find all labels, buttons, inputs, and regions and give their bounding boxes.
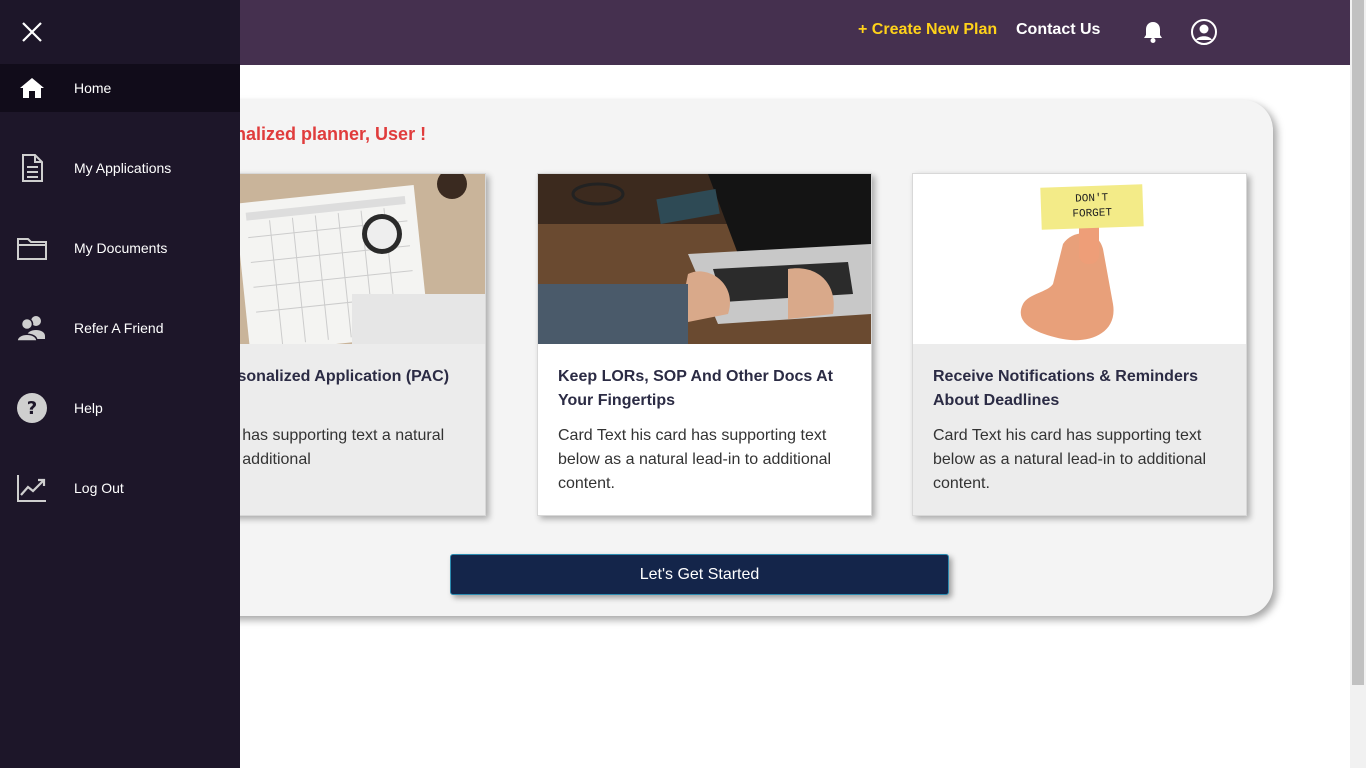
- contact-us-link[interactable]: Contact Us: [1016, 21, 1100, 39]
- home-icon: [20, 78, 44, 98]
- sidebar-item-label: My Applications: [74, 160, 172, 176]
- sidebar-item-label: Help: [74, 400, 103, 416]
- sidebar-item-log-out[interactable]: Log Out: [0, 464, 240, 512]
- close-icon[interactable]: [18, 18, 46, 46]
- card-notifications[interactable]: DON'T FORGET Receive Notifications & Rem…: [912, 173, 1247, 516]
- card-title: Receive Notifications & Reminders About …: [933, 368, 1198, 409]
- create-new-plan-link[interactable]: + Create New Plan: [858, 21, 997, 39]
- sidebar-item-refer-a-friend[interactable]: Refer A Friend: [0, 304, 240, 352]
- sidebar-item-label: Log Out: [74, 480, 124, 496]
- lets-get-started-button[interactable]: Let's Get Started: [450, 554, 949, 595]
- card-documents[interactable]: Keep LORs, SOP And Other Docs At Your Fi…: [537, 173, 872, 516]
- card-text: Card Text his card has supporting text b…: [558, 427, 832, 492]
- folder-icon: [17, 238, 47, 260]
- sidebar-item-label: Home: [74, 80, 112, 96]
- sidebar-item-label: My Documents: [74, 240, 168, 256]
- card-text: Card Text his card has supporting text b…: [933, 427, 1207, 492]
- sidebar-menu: Home My Applications My Documents Refer …: [0, 0, 240, 768]
- sidebar-item-label: Refer A Friend: [74, 320, 164, 336]
- sidebar-item-my-applications[interactable]: My Applications: [0, 144, 240, 192]
- svg-text:?: ?: [27, 398, 37, 419]
- document-icon: [22, 154, 43, 182]
- scrollbar-thumb[interactable]: [1352, 0, 1364, 685]
- sidebar-item-home[interactable]: Home: [0, 64, 240, 112]
- chart-line-icon: [17, 475, 46, 502]
- sidebar-item-my-documents[interactable]: My Documents: [0, 224, 240, 272]
- card-title: Keep LORs, SOP And Other Docs At Your Fi…: [558, 368, 834, 409]
- note-text-line-2: FORGET: [1072, 207, 1112, 220]
- sidebar-item-help[interactable]: ? Help: [0, 384, 240, 432]
- help-icon: ?: [17, 393, 47, 423]
- bell-icon[interactable]: [1142, 20, 1164, 44]
- users-icon: [16, 316, 45, 342]
- laptop-photo: [538, 174, 871, 344]
- dont-forget-note-photo: DON'T FORGET: [913, 174, 1246, 344]
- note-text-line-1: DON'T: [1075, 192, 1109, 205]
- user-account-icon[interactable]: [1190, 18, 1218, 46]
